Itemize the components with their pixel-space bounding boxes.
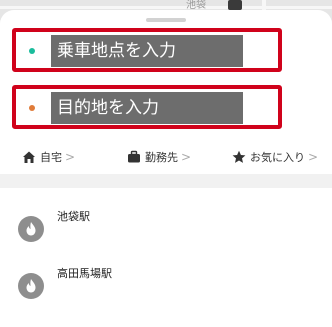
pickup-input[interactable]: 乗車地点を入力	[12, 28, 282, 72]
shortcut-home[interactable]: 自宅 >	[22, 146, 75, 168]
pickup-input-placeholder: 乗車地点を入力	[51, 35, 243, 67]
shortcut-favorites[interactable]: お気に入り >	[232, 146, 318, 168]
flame-icon	[18, 216, 44, 242]
section-divider	[0, 174, 332, 188]
chevron-right-icon: >	[181, 150, 192, 164]
chevron-right-icon: >	[65, 150, 76, 164]
sheet-drag-handle[interactable]	[146, 18, 186, 22]
car-icon	[228, 0, 242, 10]
destination-input[interactable]: 目的地を入力	[12, 85, 282, 129]
shortcut-work[interactable]: 勤務先 >	[127, 146, 191, 168]
flame-icon	[18, 273, 44, 299]
station-name: 高田馬場駅	[57, 267, 112, 280]
station-name: 池袋駅	[57, 210, 90, 223]
briefcase-icon	[128, 150, 140, 163]
map-road	[0, 6, 332, 9]
shortcut-work-label: 勤務先	[145, 151, 178, 164]
star-icon	[232, 150, 246, 163]
destination-input-placeholder: 目的地を入力	[51, 92, 243, 124]
shortcut-bar: 自宅 > 勤務先 > お気に入り >	[0, 146, 332, 168]
location-sheet: 乗車地点を入力 目的地を入力 自宅 > 勤務先 > お気に入り > 池袋駅 高田…	[0, 10, 332, 327]
pickup-dot-icon	[29, 48, 35, 54]
shortcut-favorites-label: お気に入り	[250, 151, 305, 164]
shortcut-home-label: 自宅	[40, 151, 62, 164]
list-item[interactable]: 高田馬場駅	[0, 265, 332, 309]
chevron-right-icon: >	[308, 150, 319, 164]
home-icon	[23, 151, 35, 163]
list-item[interactable]: 池袋駅	[0, 208, 332, 252]
destination-dot-icon	[29, 105, 35, 111]
